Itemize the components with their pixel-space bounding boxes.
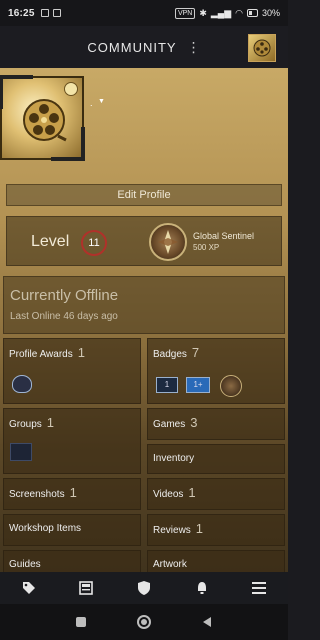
community-badge-icon: 1+	[186, 377, 210, 393]
workshop-items-tile[interactable]: Workshop Items	[3, 514, 141, 546]
videos-tile[interactable]: Videos 1	[147, 478, 285, 510]
global-sentinel-badge-icon	[149, 223, 187, 261]
badges-tile[interactable]: Badges 7 1 1+	[147, 338, 285, 404]
reviews-tile[interactable]: Reviews 1	[147, 514, 285, 546]
artwork-tile[interactable]: Artwork	[147, 550, 285, 572]
videos-label: Videos	[153, 489, 184, 500]
battery-icon	[246, 9, 258, 17]
bottom-navigation	[0, 572, 288, 604]
film-reel-icon	[253, 39, 271, 57]
guides-tile[interactable]: Guides	[3, 550, 141, 572]
online-status-card: Currently Offline Last Online 46 days ag…	[3, 276, 285, 334]
featured-badge-name: Global Sentinel	[193, 231, 255, 241]
status-bar: 16:25 VPN ✱ ▂▄▆ ◠ 30%	[0, 0, 288, 26]
vpn-icon: VPN	[174, 7, 196, 19]
screenshots-label: Screenshots	[9, 489, 65, 500]
games-tile[interactable]: Games 3	[147, 408, 285, 440]
years-badge-icon: 1	[156, 377, 178, 393]
reviews-count: 1	[195, 521, 204, 536]
notification-icons	[40, 9, 61, 17]
groups-count: 1	[46, 415, 55, 430]
shield-icon[interactable]	[132, 578, 156, 598]
games-count: 3	[190, 415, 198, 430]
notification-icon	[40, 9, 49, 17]
groups-tile[interactable]: Groups 1	[3, 408, 141, 474]
edit-profile-button[interactable]: Edit Profile	[6, 184, 282, 206]
bluetooth-icon: ✱	[199, 7, 207, 18]
inventory-tile[interactable]: Inventory	[147, 444, 285, 474]
inventory-label: Inventory	[153, 453, 195, 464]
profile-awards-label: Profile Awards	[9, 349, 73, 360]
film-reel-icon	[23, 99, 67, 142]
status-right: VPN ✱ ▂▄▆ ◠ 30%	[174, 7, 280, 19]
level-card[interactable]: Level 11 Global Sentinel 500 XP	[6, 216, 282, 266]
android-navigation-bar	[0, 604, 288, 640]
artwork-label: Artwork	[153, 559, 187, 570]
groups-label: Groups	[9, 419, 42, 430]
back-triangle-icon[interactable]	[196, 611, 218, 633]
frame-badge-icon	[64, 82, 78, 96]
persona-name[interactable]: .	[90, 98, 93, 108]
profile-awards-count: 1	[77, 345, 85, 360]
news-icon[interactable]	[74, 578, 98, 598]
signal-icon: ▂▄▆	[210, 7, 232, 18]
profile-avatar-frame[interactable]	[0, 75, 85, 161]
recents-square-icon[interactable]	[70, 611, 92, 633]
user-avatar[interactable]	[248, 34, 276, 62]
app-header: COMMUNITY ⋮	[0, 26, 288, 68]
home-circle-icon[interactable]	[133, 611, 155, 633]
page-title: COMMUNITY	[87, 39, 177, 55]
screenshots-count: 1	[69, 485, 77, 500]
bell-icon[interactable]	[190, 578, 214, 598]
last-online-text: Last Online 46 days ago	[10, 311, 118, 322]
group-avatar-icon	[10, 443, 32, 461]
reviews-label: Reviews	[153, 525, 191, 536]
more-options-icon[interactable]: ⋮	[187, 39, 201, 56]
videos-count: 1	[188, 485, 196, 500]
workshop-items-label: Workshop Items	[9, 523, 82, 534]
screenshots-tile[interactable]: Screenshots 1	[3, 478, 141, 510]
badges-label: Badges	[153, 349, 187, 360]
badges-count: 7	[191, 345, 200, 360]
level-label: Level	[31, 233, 70, 250]
level-value: 11	[81, 230, 107, 256]
featured-badge-xp: 500 XP	[193, 243, 220, 252]
wifi-icon: ◠	[235, 7, 243, 18]
tiger-award-icon	[12, 375, 32, 393]
tag-icon[interactable]	[17, 578, 41, 598]
battery-percent: 30%	[261, 8, 280, 18]
profile-content: . ▼ Edit Profile Level 11 Global Sentine…	[0, 68, 288, 572]
message-icon	[52, 9, 61, 17]
profile-awards-tile[interactable]: Profile Awards 1	[3, 338, 141, 404]
sentinel-emblem-icon	[158, 230, 178, 254]
games-label: Games	[153, 419, 186, 430]
status-time: 16:25	[8, 7, 35, 19]
status-title: Currently Offline	[10, 287, 119, 304]
guides-label: Guides	[9, 559, 41, 570]
chevron-down-icon[interactable]: ▼	[98, 98, 105, 105]
menu-icon[interactable]	[247, 578, 271, 598]
sentinel-badge-icon	[220, 375, 242, 397]
